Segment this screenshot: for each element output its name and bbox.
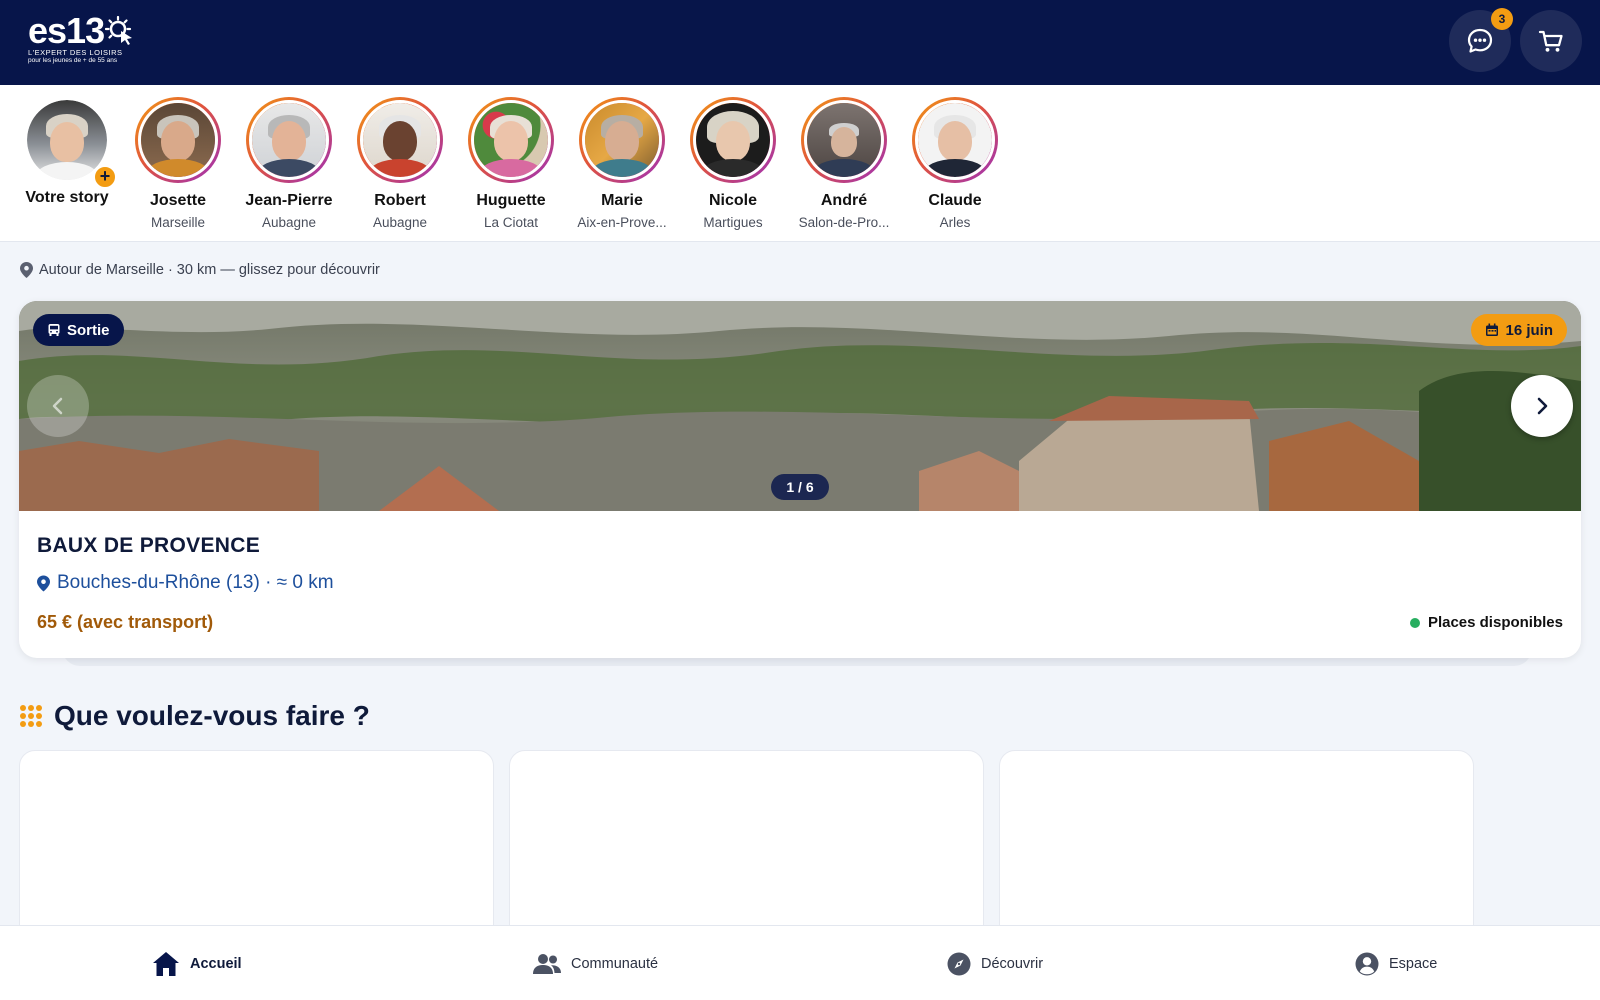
- avatar: [585, 103, 659, 177]
- story-city: Aix-en-Prove...: [577, 215, 667, 230]
- logo-subtitle: pour les jeunes de + de 55 ans: [28, 57, 118, 64]
- story-name: Josette: [149, 192, 207, 209]
- nav-discover[interactable]: Découvrir: [947, 926, 1043, 1000]
- logo-text: es13: [28, 10, 105, 51]
- avatar: [696, 103, 770, 177]
- story-name: Marie: [601, 192, 643, 209]
- outing-location: Bouches-du-Rhône (13) · ≈ 0 km: [37, 572, 334, 594]
- story-name: André: [820, 192, 868, 209]
- story-city: Aubagne: [261, 215, 317, 230]
- avatar: [363, 103, 437, 177]
- sun-cursor-icon: [105, 16, 133, 45]
- story-name: Claude: [928, 192, 982, 209]
- story-city: Aubagne: [372, 215, 428, 230]
- outing-title: BAUX DE PROVENCE: [37, 534, 261, 557]
- chat-bubble-icon: [1467, 28, 1493, 53]
- shopping-cart-icon: [1538, 30, 1563, 52]
- grid-dots-icon: [20, 705, 42, 727]
- story-own[interactable]: + Votre story: [11, 97, 123, 207]
- bottom-navigation: Accueil Communauté Découvrir Espace: [0, 925, 1600, 1000]
- outing-price: 65 € (avec transport): [37, 612, 214, 632]
- avatar: [474, 103, 548, 177]
- stories-bar: + Votre story Josette Marseille Jean-Pie…: [0, 85, 1600, 242]
- user-circle-icon: [1355, 952, 1379, 975]
- cart-button[interactable]: [1520, 10, 1582, 72]
- bus-icon: [48, 324, 60, 336]
- avatar: [141, 103, 215, 177]
- previous-image-button[interactable]: [27, 375, 89, 437]
- own-avatar: [27, 100, 107, 180]
- story-name: Votre story: [25, 189, 109, 206]
- map-pin-icon: [37, 575, 50, 591]
- story-nicole[interactable]: Nicole Martigues: [677, 97, 789, 230]
- date-chip: 16 juin: [1471, 314, 1567, 346]
- story-city: Marseille: [150, 215, 205, 230]
- section-title: Que voulez-vous faire ?: [54, 700, 370, 731]
- add-story-icon[interactable]: +: [93, 165, 117, 189]
- story-city: Salon-de-Pro...: [798, 215, 890, 230]
- es13-logo[interactable]: es13 L'EXPERT DES LOISIRS pour les jeune…: [28, 10, 158, 66]
- image-counter: 1 / 6: [771, 474, 829, 500]
- status-dot: [1409, 617, 1420, 628]
- story-claude[interactable]: Claude Arles: [899, 97, 1011, 230]
- nav-home[interactable]: Accueil: [152, 926, 242, 1000]
- story-name: Robert: [374, 192, 426, 209]
- story-city: Martigues: [703, 215, 763, 230]
- story-name: Jean-Pierre: [245, 192, 333, 209]
- chevron-left-icon: [52, 397, 63, 415]
- story-josette[interactable]: Josette Marseille: [122, 97, 234, 230]
- nav-home-label: Accueil: [190, 955, 242, 972]
- app-header: es13 L'EXPERT DES LOISIRS pour les jeune…: [0, 0, 1600, 85]
- category-chip: Sortie: [33, 314, 124, 346]
- outing-department: Bouches-du-Rhône (13) · ≈ 0 km: [57, 572, 334, 593]
- avatar: [918, 103, 992, 177]
- nav-discover-label: Découvrir: [981, 955, 1044, 972]
- next-image-button[interactable]: [1511, 375, 1573, 437]
- logo-tagline: L'EXPERT DES LOISIRS: [28, 48, 123, 57]
- story-marie[interactable]: Marie Aix-en-Prove...: [566, 97, 678, 230]
- story-city: Arles: [939, 215, 971, 230]
- story-jean-pierre[interactable]: Jean-Pierre Aubagne: [233, 97, 345, 230]
- nav-community[interactable]: Communauté: [533, 926, 658, 1000]
- story-andre[interactable]: André Salon-de-Pro...: [788, 97, 900, 230]
- users-icon: [533, 953, 561, 974]
- story-city: La Ciotat: [483, 215, 539, 230]
- availability-status: Places disponibles: [1409, 614, 1563, 631]
- category-label: Sortie: [67, 321, 110, 339]
- story-huguette[interactable]: Huguette La Ciotat: [455, 97, 567, 230]
- outing-photo[interactable]: Sortie 16 juin 1 / 6: [19, 301, 1581, 511]
- date-label: 16 juin: [1505, 321, 1553, 339]
- story-name: Nicole: [708, 192, 757, 209]
- messages-count-badge: 3: [1491, 8, 1513, 30]
- location-text: Autour de Marseille · 30 km — glissez po…: [39, 262, 380, 278]
- map-pin-icon: [20, 262, 33, 278]
- nav-space[interactable]: Espace: [1355, 926, 1437, 1000]
- calendar-icon: [1486, 323, 1499, 336]
- messages-button[interactable]: 3: [1449, 8, 1513, 72]
- story-robert[interactable]: Robert Aubagne: [344, 97, 456, 230]
- featured-outing-card[interactable]: Sortie 16 juin 1 / 6 BAUX DE PROVENCE Bo…: [19, 301, 1581, 658]
- compass-icon: [947, 952, 971, 975]
- avatar: [252, 103, 326, 177]
- nav-community-label: Communauté: [571, 955, 659, 972]
- chevron-right-icon: [1537, 397, 1548, 415]
- home-icon: [153, 951, 179, 976]
- location-hint: Autour de Marseille · 30 km — glissez po…: [20, 262, 380, 278]
- avatar: [807, 103, 881, 177]
- section-header: Que voulez-vous faire ?: [20, 700, 370, 732]
- availability-label: Places disponibles: [1427, 614, 1563, 631]
- story-name: Huguette: [476, 192, 546, 209]
- nav-space-label: Espace: [1389, 955, 1438, 972]
